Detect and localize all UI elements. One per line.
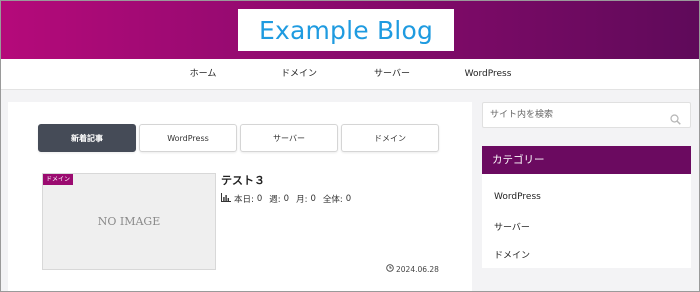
stat-total-value: 0 [345,194,352,204]
stat-month-value: 0 [310,194,316,204]
category-widget: カテゴリー WordPress サーバー ドメイン [482,146,691,268]
post-title[interactable]: テスト３ [221,172,265,188]
tab-server[interactable]: サーバー [240,124,338,152]
stat-month-label: 月: [296,195,308,205]
post-thumbnail[interactable]: NO IMAGE ドメイン [42,173,216,270]
tab-wordpress[interactable]: WordPress [139,124,237,152]
category-item-wordpress[interactable]: WordPress [494,192,541,202]
tab-new-posts[interactable]: 新着記事 [38,124,136,152]
stat-week-value: 0 [283,194,290,204]
nav-item-domain[interactable]: ドメイン [254,59,344,90]
tab-domain[interactable]: ドメイン [341,124,439,152]
thumbnail-placeholder-text: NO IMAGE [97,215,161,228]
nav-item-home[interactable]: ホーム [158,59,248,90]
post-date-text: 2024.06.28 [396,264,439,274]
site-header: Example Blog [0,0,700,59]
category-widget-title: カテゴリー [482,146,691,174]
global-nav: ホーム ドメイン サーバー WordPress [0,59,700,90]
stat-today-label: 本日: [234,195,254,205]
post-category-badge: ドメイン [43,174,74,185]
nav-item-wordpress[interactable]: WordPress [443,59,533,90]
site-logo-text[interactable]: Example Blog [259,16,433,45]
category-item-server[interactable]: サーバー [494,220,530,233]
nav-item-server[interactable]: サーバー [347,59,437,90]
post-date: 2024.06.28 [386,264,439,274]
sidebar-search [482,102,691,128]
stat-week-label: 週: [269,195,281,205]
search-input[interactable] [483,103,690,127]
main-content: 新着記事 WordPress サーバー ドメイン NO IMAGE ドメイン テ… [8,102,472,292]
stat-total-label: 全体: [322,195,343,205]
search-icon[interactable] [670,110,681,129]
category-item-domain[interactable]: ドメイン [494,248,530,261]
site-logo[interactable]: Example Blog [238,9,454,51]
stat-today-value: 0 [256,194,263,204]
bar-chart-icon [221,193,231,205]
clock-icon [386,264,394,274]
post-stats: 本日: 0 週: 0 月: 0 全体: 0 [221,193,351,205]
